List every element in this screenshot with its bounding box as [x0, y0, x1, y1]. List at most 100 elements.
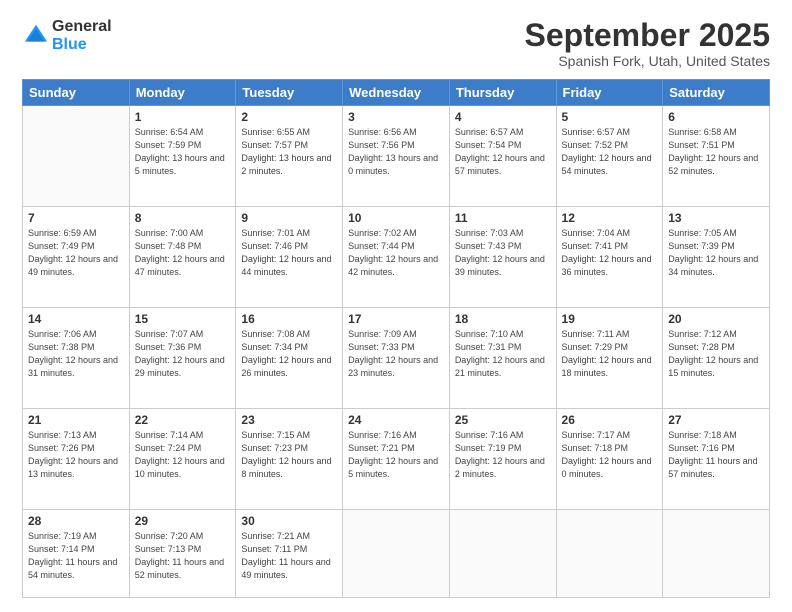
calendar-cell: 11 Sunrise: 7:03 AMSunset: 7:43 PMDayligh…: [449, 207, 556, 308]
calendar-header-sunday: Sunday: [23, 80, 130, 106]
calendar-header-tuesday: Tuesday: [236, 80, 343, 106]
day-number: 28: [28, 514, 124, 528]
day-info: Sunrise: 7:21 AMSunset: 7:11 PMDaylight:…: [241, 530, 337, 582]
day-info: Sunrise: 7:06 AMSunset: 7:38 PMDaylight:…: [28, 328, 124, 380]
calendar-cell: [23, 106, 130, 207]
calendar-cell: [343, 509, 450, 598]
calendar-cell: 28Sunrise: 7:19 AMSunset: 7:14 PMDayligh…: [23, 509, 130, 598]
logo-text: General Blue: [52, 18, 112, 53]
page: General Blue September 2025 Spanish Fork…: [0, 0, 792, 612]
calendar-cell: 8Sunrise: 7:00 AMSunset: 7:48 PMDaylight…: [129, 207, 236, 308]
calendar-cell: 23 Sunrise: 7:15 AMSunset: 7:23 PMDayligh…: [236, 408, 343, 509]
calendar-week-row: 28Sunrise: 7:19 AMSunset: 7:14 PMDayligh…: [23, 509, 770, 598]
day-info: Sunrise: 7:16 AMSunset: 7:21 PMDaylight:…: [348, 429, 444, 481]
calendar-cell: 2 Sunrise: 6:55 AMSunset: 7:57 PMDaylight…: [236, 106, 343, 207]
calendar-cell: 3Sunrise: 6:56 AMSunset: 7:56 PMDaylight…: [343, 106, 450, 207]
day-info: Sunrise: 6:57 AMSunset: 7:52 PMDaylight:…: [562, 126, 658, 178]
calendar-cell: 29 Sunrise: 7:20 AMSunset: 7:13 PMDayligh…: [129, 509, 236, 598]
day-number: 9: [241, 211, 337, 225]
calendar-cell: 1Sunrise: 6:54 AMSunset: 7:59 PMDaylight…: [129, 106, 236, 207]
calendar-cell: 9Sunrise: 7:01 AMSunset: 7:46 PMDaylight…: [236, 207, 343, 308]
calendar-week-row: 7 Sunrise: 6:59 AMSunset: 7:49 PMDaylight…: [23, 207, 770, 308]
calendar-cell: 26 Sunrise: 7:17 AMSunset: 7:18 PMDayligh…: [556, 408, 663, 509]
calendar-cell: 4 Sunrise: 6:57 AMSunset: 7:54 PMDaylight…: [449, 106, 556, 207]
day-info: Sunrise: 7:09 AMSunset: 7:33 PMDaylight:…: [348, 328, 444, 380]
calendar-header-thursday: Thursday: [449, 80, 556, 106]
calendar-table: SundayMondayTuesdayWednesdayThursdayFrid…: [22, 79, 770, 598]
day-number: 10: [348, 211, 444, 225]
title-block: September 2025 Spanish Fork, Utah, Unite…: [525, 18, 770, 69]
day-number: 27: [668, 413, 764, 427]
day-number: 26: [562, 413, 658, 427]
day-number: 18: [455, 312, 551, 326]
day-info: Sunrise: 6:54 AMSunset: 7:59 PMDaylight:…: [135, 126, 231, 178]
day-number: 30: [241, 514, 337, 528]
calendar-cell: 5Sunrise: 6:57 AMSunset: 7:52 PMDaylight…: [556, 106, 663, 207]
day-info: Sunrise: 7:18 AMSunset: 7:16 PMDaylight:…: [668, 429, 764, 481]
day-number: 21: [28, 413, 124, 427]
day-number: 7: [28, 211, 124, 225]
calendar-cell: 15Sunrise: 7:07 AMSunset: 7:36 PMDayligh…: [129, 307, 236, 408]
day-info: Sunrise: 7:12 AMSunset: 7:28 PMDaylight:…: [668, 328, 764, 380]
calendar-cell: 25Sunrise: 7:16 AMSunset: 7:19 PMDayligh…: [449, 408, 556, 509]
calendar-cell: 18Sunrise: 7:10 AMSunset: 7:31 PMDayligh…: [449, 307, 556, 408]
calendar-header-saturday: Saturday: [663, 80, 770, 106]
day-number: 6: [668, 110, 764, 124]
logo-icon: [22, 22, 50, 50]
day-number: 24: [348, 413, 444, 427]
calendar-header-monday: Monday: [129, 80, 236, 106]
day-number: 2: [241, 110, 337, 124]
day-number: 14: [28, 312, 124, 326]
day-number: 29: [135, 514, 231, 528]
calendar-cell: 14 Sunrise: 7:06 AMSunset: 7:38 PMDayligh…: [23, 307, 130, 408]
day-number: 16: [241, 312, 337, 326]
day-info: Sunrise: 7:17 AMSunset: 7:18 PMDaylight:…: [562, 429, 658, 481]
day-info: Sunrise: 7:08 AMSunset: 7:34 PMDaylight:…: [241, 328, 337, 380]
day-info: Sunrise: 7:02 AMSunset: 7:44 PMDaylight:…: [348, 227, 444, 279]
day-info: Sunrise: 7:03 AMSunset: 7:43 PMDaylight:…: [455, 227, 551, 279]
day-number: 25: [455, 413, 551, 427]
day-number: 22: [135, 413, 231, 427]
location: Spanish Fork, Utah, United States: [525, 53, 770, 69]
day-info: Sunrise: 7:07 AMSunset: 7:36 PMDaylight:…: [135, 328, 231, 380]
calendar-cell: 17 Sunrise: 7:09 AMSunset: 7:33 PMDayligh…: [343, 307, 450, 408]
day-info: Sunrise: 6:59 AMSunset: 7:49 PMDaylight:…: [28, 227, 124, 279]
day-number: 3: [348, 110, 444, 124]
calendar-week-row: 14 Sunrise: 7:06 AMSunset: 7:38 PMDayligh…: [23, 307, 770, 408]
day-info: Sunrise: 7:05 AMSunset: 7:39 PMDaylight:…: [668, 227, 764, 279]
logo-general-text: General: [52, 18, 112, 36]
calendar-cell: 13 Sunrise: 7:05 AMSunset: 7:39 PMDayligh…: [663, 207, 770, 308]
calendar-header-row: SundayMondayTuesdayWednesdayThursdayFrid…: [23, 80, 770, 106]
calendar-cell: [663, 509, 770, 598]
logo-blue-text: Blue: [52, 36, 112, 54]
header: General Blue September 2025 Spanish Fork…: [22, 18, 770, 69]
day-info: Sunrise: 7:13 AMSunset: 7:26 PMDaylight:…: [28, 429, 124, 481]
day-number: 4: [455, 110, 551, 124]
calendar-cell: 20 Sunrise: 7:12 AMSunset: 7:28 PMDayligh…: [663, 307, 770, 408]
day-number: 11: [455, 211, 551, 225]
calendar-cell: 10 Sunrise: 7:02 AMSunset: 7:44 PMDayligh…: [343, 207, 450, 308]
day-number: 13: [668, 211, 764, 225]
day-info: Sunrise: 7:00 AMSunset: 7:48 PMDaylight:…: [135, 227, 231, 279]
day-info: Sunrise: 7:11 AMSunset: 7:29 PMDaylight:…: [562, 328, 658, 380]
day-info: Sunrise: 7:20 AMSunset: 7:13 PMDaylight:…: [135, 530, 231, 582]
calendar-week-row: 21 Sunrise: 7:13 AMSunset: 7:26 PMDayligh…: [23, 408, 770, 509]
day-info: Sunrise: 7:14 AMSunset: 7:24 PMDaylight:…: [135, 429, 231, 481]
calendar-week-row: 1Sunrise: 6:54 AMSunset: 7:59 PMDaylight…: [23, 106, 770, 207]
day-info: Sunrise: 6:57 AMSunset: 7:54 PMDaylight:…: [455, 126, 551, 178]
month-title: September 2025: [525, 18, 770, 53]
calendar-cell: 12Sunrise: 7:04 AMSunset: 7:41 PMDayligh…: [556, 207, 663, 308]
calendar-cell: 16 Sunrise: 7:08 AMSunset: 7:34 PMDayligh…: [236, 307, 343, 408]
calendar-cell: 24 Sunrise: 7:16 AMSunset: 7:21 PMDayligh…: [343, 408, 450, 509]
day-info: Sunrise: 6:58 AMSunset: 7:51 PMDaylight:…: [668, 126, 764, 178]
day-number: 17: [348, 312, 444, 326]
day-number: 23: [241, 413, 337, 427]
day-info: Sunrise: 6:55 AMSunset: 7:57 PMDaylight:…: [241, 126, 337, 178]
calendar-cell: 27 Sunrise: 7:18 AMSunset: 7:16 PMDayligh…: [663, 408, 770, 509]
day-number: 20: [668, 312, 764, 326]
day-info: Sunrise: 7:15 AMSunset: 7:23 PMDaylight:…: [241, 429, 337, 481]
day-info: Sunrise: 7:04 AMSunset: 7:41 PMDaylight:…: [562, 227, 658, 279]
logo: General Blue: [22, 18, 112, 53]
calendar-cell: 21 Sunrise: 7:13 AMSunset: 7:26 PMDayligh…: [23, 408, 130, 509]
calendar-cell: 19Sunrise: 7:11 AMSunset: 7:29 PMDayligh…: [556, 307, 663, 408]
